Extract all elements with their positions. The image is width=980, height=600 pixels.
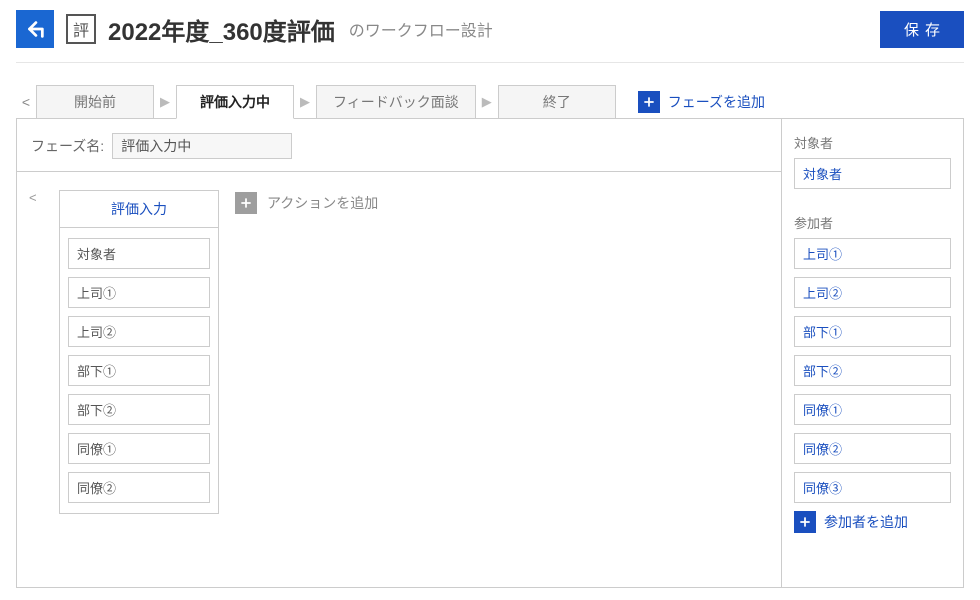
phase-name-label: フェーズ名: [31,136,104,156]
add-action-label: アクションを追加 [267,193,378,213]
target-section: 対象者 対象者 [794,133,951,197]
chevron-right-icon: ▶ [154,85,176,119]
save-button[interactable]: 保存 [880,11,964,48]
tabs-scroll-left-icon[interactable]: < [16,94,36,110]
action-participant-slot[interactable]: 部下① [68,355,210,386]
participant-chip[interactable]: 上司① [794,238,951,269]
tab-label: 終了 [543,92,571,112]
page-header: 評 2022年度_360度評価 のワークフロー設計 保存 [16,10,964,63]
phase-name-row: フェーズ名: [17,119,781,172]
main-column: フェーズ名: < 評価入力 対象者上司① 上司② 部下① 部下② 同僚① 同僚② アクショ… [17,119,781,587]
add-action-button[interactable]: アクションを追加 [235,192,378,214]
target-chip[interactable]: 対象者 [794,158,951,189]
participant-chip[interactable]: 部下② [794,355,951,386]
action-participant-slot[interactable]: 上司② [68,316,210,347]
tab-label: 開始前 [74,92,116,112]
participants-section: 参加者 上司① 上司② 部下① 部下② 同僚① 同僚② 同僚③ 参加者を追加 [794,213,951,533]
action-card[interactable]: 評価入力 対象者上司① 上司② 部下① 部下② 同僚① 同僚② [59,190,219,514]
participant-chip[interactable]: 同僚① [794,394,951,425]
tab-phase[interactable]: 終了 [498,85,616,119]
participant-chip[interactable]: 上司② [794,277,951,308]
app-icon: 評 [66,14,96,44]
chevron-right-icon: ▶ [476,85,498,119]
tab-phase[interactable]: 開始前 [36,85,154,119]
page-title: 2022年度_360度評価 [108,12,335,47]
canvas-scroll-left-icon[interactable]: < [29,190,43,205]
participant-chip[interactable]: 同僚② [794,433,951,464]
add-participant-button[interactable]: 参加者を追加 [794,511,951,533]
chevron-right-icon: ▶ [294,85,316,119]
tab-label: フィードバック面談 [333,92,459,112]
action-participant-slot[interactable]: 部下② [68,394,210,425]
participant-chip[interactable]: 部下① [794,316,951,347]
participant-chip[interactable]: 同僚③ [794,472,951,503]
action-participant-slot[interactable]: 上司① [68,277,210,308]
add-participant-plus-icon [794,511,816,533]
tab-phase[interactable]: フィードバック面談 [316,85,476,119]
back-arrow-icon [24,18,46,40]
phase-name-input[interactable] [112,133,292,159]
target-section-label: 対象者 [794,133,951,152]
page-subtitle: のワークフロー設計 [349,17,493,41]
action-participant-slot[interactable]: 同僚① [68,433,210,464]
phase-tabstrip: < 開始前 ▶ 評価入力中 ▶ フィードバック面談 ▶ 終了 フェーズを追加 [16,85,964,119]
plus-icon [239,196,253,210]
plus-icon [798,515,812,529]
workflow-body: フェーズ名: < 評価入力 対象者上司①上司②部下①部下②同僚①同僚② アクショ… [16,118,964,588]
sidebar-right: 対象者 対象者 参加者 上司① 上司② 部下① 部下② 同僚① 同僚② 同僚③ 参加者を追加 [781,119,963,587]
participants-section-label: 参加者 [794,213,951,232]
tab-phase[interactable]: 評価入力中 [176,85,294,119]
add-phase-button[interactable] [638,91,660,113]
add-phase-label[interactable]: フェーズを追加 [668,92,765,112]
app-icon-char: 評 [73,17,89,41]
tab-label: 評価入力中 [200,92,270,112]
add-participant-label: 参加者を追加 [824,512,908,532]
plus-icon [642,95,656,109]
add-action-plus-icon [235,192,257,214]
action-card-title: 評価入力 [60,191,218,228]
action-participant-slot[interactable]: 同僚② [68,472,210,503]
action-participant-slot[interactable]: 対象者 [68,238,210,269]
workflow-canvas: < 評価入力 対象者上司① 上司② 部下① 部下② 同僚① 同僚② アクションを追加 [17,172,781,587]
back-button[interactable] [16,10,54,48]
